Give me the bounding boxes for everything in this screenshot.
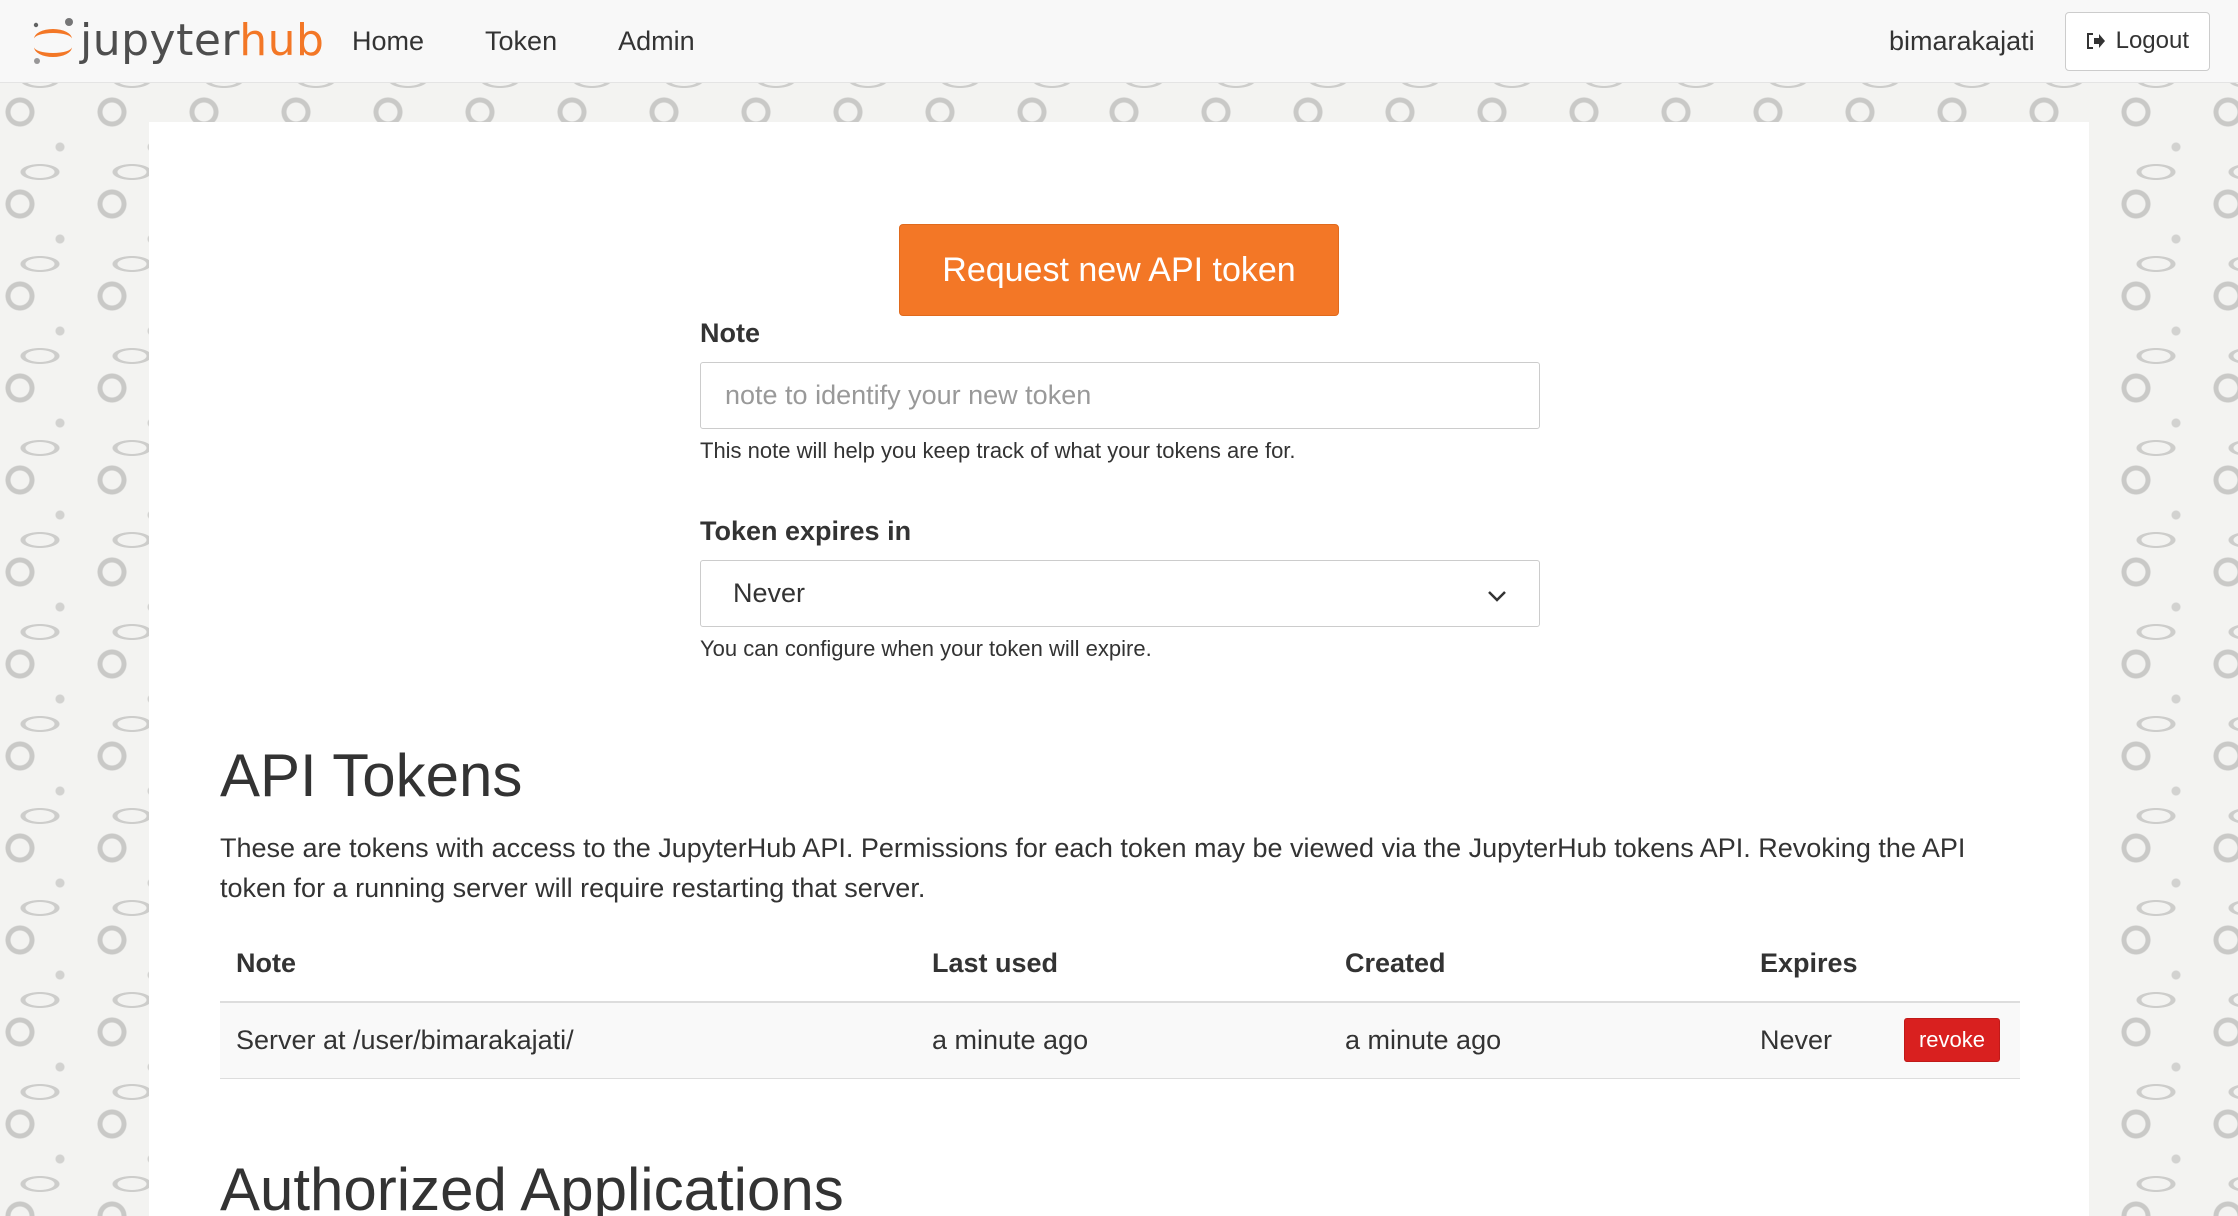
note-form-group: Note This note will help you keep track …	[700, 318, 1540, 468]
expires-form-group: Token expires in Never You can configure…	[700, 516, 1540, 666]
column-header-expires: Expires	[1760, 948, 1858, 978]
api-tokens-heading: API Tokens	[220, 742, 523, 809]
note-label: Note	[700, 318, 760, 348]
tokens-table-header: Note Last used Created Expires	[220, 926, 2020, 1003]
token-expires-cell: Never	[1760, 1025, 1833, 1055]
table-row: Server at /user/bimarakajati/ a minute a…	[220, 1003, 2020, 1079]
brand-word-hub: hub	[239, 15, 325, 66]
main-nav: Home Token Admin	[352, 0, 756, 83]
jupyter-logo-icon	[28, 13, 78, 69]
expires-selected-value: Never	[733, 578, 806, 608]
brand-wordmark: jupyterhub	[80, 19, 324, 63]
authorized-apps-heading: Authorized Applications	[220, 1156, 844, 1216]
brand-word-jupyter: jupyter	[80, 15, 240, 66]
expires-help-text: You can configure when your token will e…	[700, 636, 1152, 661]
logout-button[interactable]: Logout	[2064, 11, 2210, 71]
column-header-created: Created	[1345, 948, 1446, 978]
token-last-used-cell: a minute ago	[932, 1025, 1089, 1055]
sign-out-icon	[2086, 32, 2106, 50]
main-container: Request new API token Note This note wil…	[149, 122, 2089, 1216]
expires-select[interactable]: Never	[700, 560, 1540, 627]
chevron-down-icon	[1487, 578, 1507, 609]
expires-label: Token expires in	[700, 516, 912, 546]
nav-link-home[interactable]: Home	[352, 26, 424, 57]
navbar: jupyterhub Home Token Admin bimarakajati…	[0, 0, 2238, 83]
token-note-cell: Server at /user/bimarakajati/	[236, 1025, 574, 1055]
column-header-note: Note	[236, 948, 296, 978]
user-area: bimarakajati Logout	[1889, 11, 2210, 71]
nav-link-token[interactable]: Token	[485, 26, 557, 57]
request-new-token-button[interactable]: Request new API token	[899, 224, 1339, 316]
api-tokens-description: These are tokens with access to the Jupy…	[220, 833, 1966, 903]
token-created-cell: a minute ago	[1345, 1025, 1502, 1055]
jupyterhub-logo[interactable]: jupyterhub	[28, 12, 324, 70]
logout-label: Logout	[2115, 27, 2189, 54]
nav-link-admin[interactable]: Admin	[618, 26, 695, 57]
column-header-last-used: Last used	[932, 948, 1059, 978]
note-input[interactable]	[700, 362, 1540, 429]
note-help-text: This note will help you keep track of wh…	[700, 438, 1296, 463]
username: bimarakajati	[1889, 25, 2035, 56]
revoke-button[interactable]: revoke	[1904, 1018, 2000, 1062]
